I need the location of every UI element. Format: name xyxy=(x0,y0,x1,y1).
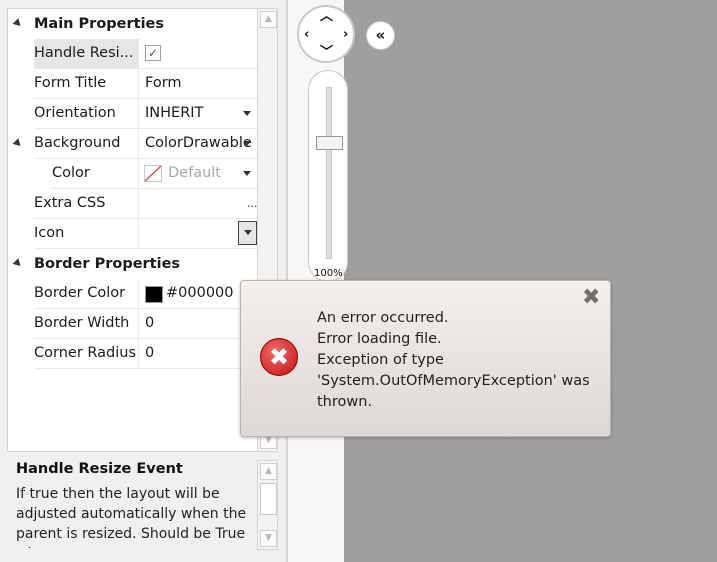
color-swatch[interactable] xyxy=(145,286,163,303)
icon-dropdown[interactable] xyxy=(138,219,259,249)
property-value-text: INHERIT xyxy=(145,105,204,121)
collapse-triangle-icon[interactable] xyxy=(12,138,24,149)
error-line: Error loading file. xyxy=(317,331,442,347)
collapse-panel-button[interactable]: « xyxy=(366,21,395,50)
property-grid: Main Properties Handle Resi... ✓ Form Ti… xyxy=(7,8,259,452)
property-value-text: Form xyxy=(145,75,182,91)
orientation-dropdown[interactable]: INHERIT xyxy=(138,99,259,129)
property-row-form-title[interactable]: Form Title Form xyxy=(8,69,259,99)
property-label: Corner Radius xyxy=(34,339,138,369)
scroll-up-icon[interactable]: ▲ xyxy=(260,463,277,480)
property-value-text: #000000 xyxy=(166,285,234,301)
property-label: Form Title xyxy=(34,69,138,99)
error-line: An error occurred. xyxy=(317,310,449,326)
error-line: 'System.OutOfMemoryException' was xyxy=(317,373,590,389)
scroll-down-icon[interactable]: ▼ xyxy=(260,530,277,547)
category-main-properties[interactable]: Main Properties xyxy=(8,9,258,39)
property-value-text: ColorDrawable xyxy=(145,135,252,151)
close-icon[interactable]: ✖ xyxy=(582,287,600,309)
description-title: Handle Resize Event xyxy=(16,461,183,477)
property-label: Handle Resi... xyxy=(34,39,138,69)
scrollbar-thumb[interactable] xyxy=(260,483,277,515)
scroll-up-icon[interactable]: ▲ xyxy=(260,11,277,28)
icon-dropdown-button[interactable] xyxy=(238,221,257,245)
property-row-orientation[interactable]: Orientation INHERIT xyxy=(8,99,259,129)
pan-left-icon[interactable]: ‹ xyxy=(304,28,309,41)
property-label: Border Width xyxy=(34,309,138,339)
property-value[interactable]: ✓ xyxy=(138,39,259,69)
pan-down-icon[interactable]: ﹀ xyxy=(320,46,333,59)
zoom-thumb[interactable] xyxy=(316,136,343,150)
background-dropdown[interactable]: ColorDrawable xyxy=(138,129,259,159)
zoom-slider[interactable]: 100% xyxy=(308,70,348,282)
property-label: Extra CSS xyxy=(34,189,138,219)
property-row-icon[interactable]: Icon xyxy=(8,219,259,249)
property-row-border-width[interactable]: Border Width 0 xyxy=(8,309,259,339)
chevron-down-icon[interactable] xyxy=(243,171,251,176)
property-label: Background xyxy=(34,129,138,159)
category-border-properties[interactable]: Border Properties xyxy=(8,249,258,279)
no-color-icon xyxy=(144,165,162,182)
error-line: thrown. xyxy=(317,394,373,410)
chevron-down-icon[interactable] xyxy=(243,141,251,146)
form-title-field[interactable]: Form xyxy=(138,69,259,99)
property-label: Border Color xyxy=(34,279,138,309)
property-row-border-color[interactable]: Border Color #000000 xyxy=(8,279,259,309)
description-text: If true then the layout will be adjusted… xyxy=(16,484,248,548)
property-row-handle-resize[interactable]: Handle Resi... ✓ xyxy=(8,39,259,69)
error-dialog: ✖ ✖ An error occurred. Error loading fil… xyxy=(240,280,611,437)
property-label: Orientation xyxy=(34,99,138,129)
property-label: Icon xyxy=(34,219,138,249)
error-message: An error occurred. Error loading file. E… xyxy=(317,308,602,413)
collapse-triangle-icon[interactable] xyxy=(12,18,24,29)
description-scrollbar[interactable]: ▲ ▼ xyxy=(257,460,278,550)
pan-right-icon[interactable]: › xyxy=(343,28,348,41)
category-label: Border Properties xyxy=(34,256,181,272)
pan-control[interactable]: ︿ ﹀ ‹ › xyxy=(297,5,355,63)
pan-up-icon[interactable]: ︿ xyxy=(320,10,333,23)
property-row-corner-radius[interactable]: Corner Radius 0 xyxy=(8,339,259,369)
zoom-rail[interactable] xyxy=(326,87,332,259)
color-dropdown[interactable]: Default xyxy=(138,159,259,189)
chevron-down-icon[interactable] xyxy=(243,111,251,116)
property-row-color[interactable]: Color Default xyxy=(8,159,259,189)
collapse-triangle-icon[interactable] xyxy=(12,258,24,269)
zoom-level: 100% xyxy=(314,268,343,279)
error-line: Exception of type xyxy=(317,352,444,368)
extra-css-field[interactable]: ... xyxy=(138,189,259,219)
property-value-text: Default xyxy=(168,165,221,181)
property-value-text: 0 xyxy=(145,345,155,361)
ellipsis-button[interactable]: ... xyxy=(247,189,258,218)
handle-resize-checkbox[interactable]: ✓ xyxy=(145,45,161,61)
error-icon: ✖ xyxy=(260,338,298,376)
property-value-text: 0 xyxy=(145,315,155,331)
description-panel: Handle Resize Event If true then the lay… xyxy=(7,453,257,548)
category-label: Main Properties xyxy=(34,16,165,32)
property-label: Color xyxy=(52,159,138,189)
chevron-down-icon xyxy=(244,230,252,235)
property-row-background[interactable]: Background ColorDrawable xyxy=(8,129,259,159)
property-row-extra-css[interactable]: Extra CSS ... xyxy=(8,189,259,219)
